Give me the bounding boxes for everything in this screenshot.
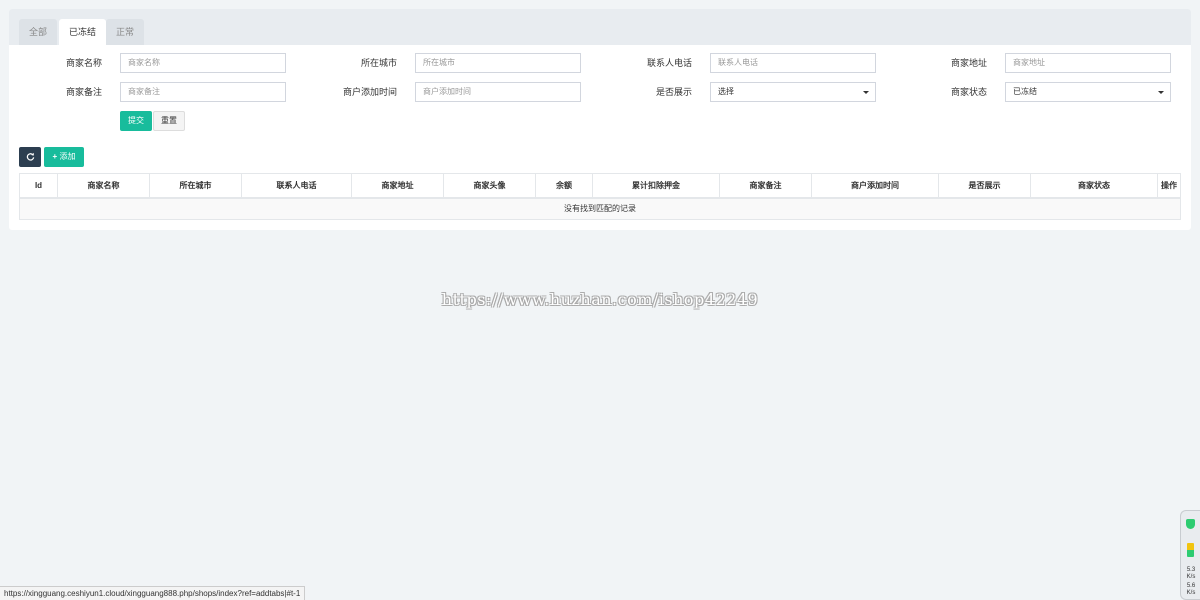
- column-header[interactable]: 商家地址: [352, 174, 444, 197]
- main-panel: 全部 已冻结 正常 商家名称 商家名称 所在城市 所在城市 联系人电话 联系人电…: [9, 9, 1191, 230]
- reset-button[interactable]: 重置: [153, 111, 185, 131]
- phone-label: 联系人电话: [646, 58, 692, 68]
- address-input[interactable]: 商家地址: [1005, 53, 1171, 73]
- data-table: Id 商家名称 所在城市 联系人电话 商家地址 商家头像 余额 累计扣除押金 商…: [19, 173, 1181, 220]
- refresh-button[interactable]: [19, 147, 41, 167]
- plus-icon: +: [52, 152, 58, 161]
- column-header[interactable]: 商家备注: [720, 174, 812, 197]
- city-label: 所在城市: [360, 58, 397, 68]
- download-speed: 5.6: [1186, 583, 1196, 589]
- chevron-down-icon: [1158, 91, 1164, 94]
- tab-bar: 全部 已冻结 正常: [9, 9, 1191, 45]
- city-input[interactable]: 所在城市: [415, 53, 581, 73]
- column-header[interactable]: 余额: [536, 174, 593, 197]
- add-button-label: 添加: [59, 152, 76, 161]
- add-button[interactable]: + 添加: [44, 147, 84, 167]
- add-time-label: 商户添加时间: [342, 87, 397, 97]
- shield-icon: [1186, 519, 1195, 529]
- display-select-value: 选择: [718, 87, 734, 96]
- status-select[interactable]: 已冻结: [1005, 82, 1171, 102]
- column-header[interactable]: 商家头像: [444, 174, 536, 197]
- status-label: 商家状态: [950, 87, 987, 97]
- empty-row: 没有找到匹配的记录: [20, 199, 1180, 219]
- refresh-icon: [26, 152, 34, 161]
- column-header[interactable]: 操作: [1158, 174, 1180, 197]
- display-label: 是否展示: [655, 87, 692, 97]
- column-header[interactable]: Id: [20, 174, 58, 197]
- tab-all[interactable]: 全部: [19, 19, 58, 45]
- status-select-value: 已冻结: [1013, 87, 1037, 96]
- remark-label: 商家备注: [65, 87, 102, 97]
- tab-frozen[interactable]: 已冻结: [59, 19, 107, 45]
- upload-unit: K/s: [1186, 574, 1196, 580]
- upload-speed: 5.3: [1186, 567, 1196, 573]
- column-header[interactable]: 联系人电话: [242, 174, 352, 197]
- column-header[interactable]: 所在城市: [150, 174, 242, 197]
- network-speed-widget[interactable]: 5.3 K/s 5.6 K/s: [1180, 510, 1200, 600]
- column-header[interactable]: 商家状态: [1031, 174, 1158, 197]
- remark-input[interactable]: 商家备注: [120, 82, 286, 102]
- display-select[interactable]: 选择: [710, 82, 876, 102]
- tab-normal[interactable]: 正常: [106, 19, 145, 45]
- download-unit: K/s: [1186, 590, 1196, 596]
- phone-input[interactable]: 联系人电话: [710, 53, 876, 73]
- chevron-down-icon: [863, 91, 869, 94]
- battery-icon: [1187, 543, 1194, 557]
- submit-button[interactable]: 提交: [120, 111, 152, 131]
- add-time-input[interactable]: 商户添加时间: [415, 82, 581, 102]
- watermark-text: https://www.huzhan.com/ishop42249: [441, 290, 759, 309]
- shop-name-label: 商家名称: [65, 58, 102, 68]
- column-header[interactable]: 累计扣除押金: [593, 174, 720, 197]
- column-header[interactable]: 是否展示: [939, 174, 1031, 197]
- shop-name-input[interactable]: 商家名称: [120, 53, 286, 73]
- address-label: 商家地址: [950, 58, 987, 68]
- column-header[interactable]: 商户添加时间: [812, 174, 939, 197]
- status-bar-url: https://xingguang.ceshiyun1.cloud/xinggu…: [0, 586, 306, 600]
- column-header[interactable]: 商家名称: [58, 174, 150, 197]
- table-header: Id 商家名称 所在城市 联系人电话 商家地址 商家头像 余额 累计扣除押金 商…: [20, 174, 1180, 199]
